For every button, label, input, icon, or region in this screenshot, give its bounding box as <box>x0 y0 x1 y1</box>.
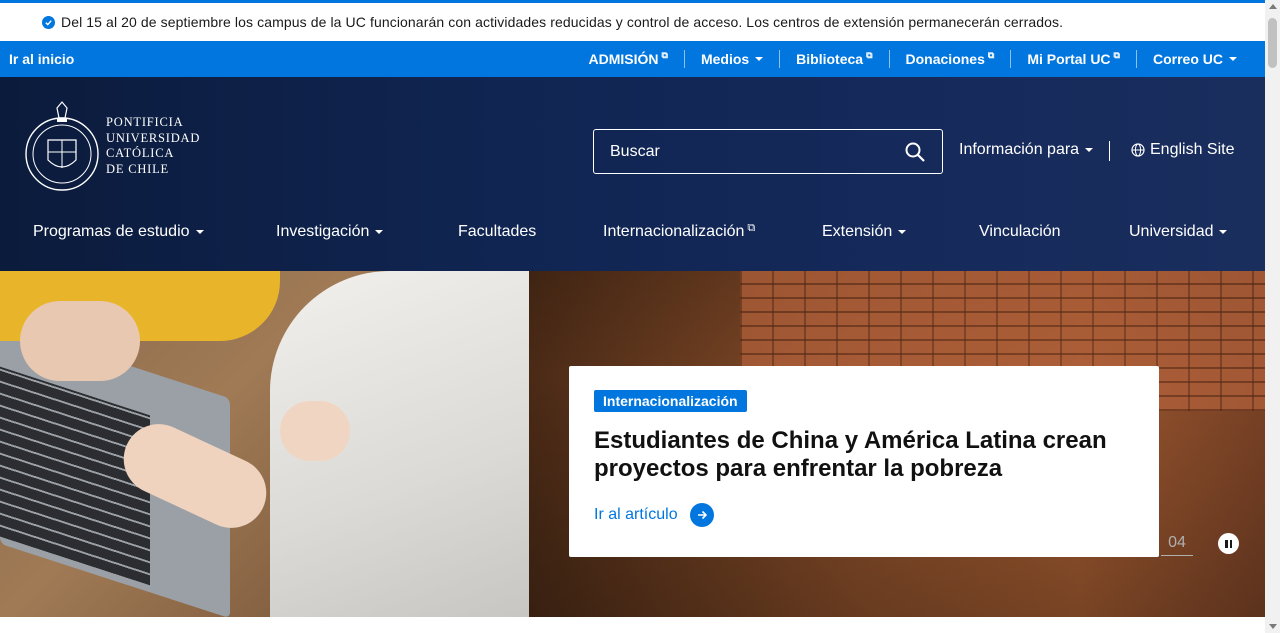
caret-down-icon <box>375 230 384 234</box>
mi-portal-link[interactable]: Mi Portal UC ⧉ <box>1010 50 1136 68</box>
scrollbar[interactable] <box>1265 0 1280 633</box>
hero-card: Internacionalización Estudiantes de Chin… <box>569 366 1159 557</box>
hero-title[interactable]: Estudiantes de China y América Latina cr… <box>594 427 1114 483</box>
alert-message: Del 15 al 20 de septiembre los campus de… <box>61 14 1064 30</box>
nav-vinculacion[interactable]: Vinculación <box>979 223 1061 241</box>
donaciones-label: Donaciones <box>905 51 985 67</box>
nav-programas[interactable]: Programas de estudio <box>33 223 204 241</box>
read-article-label: Ir al artículo <box>594 506 678 523</box>
external-link-icon: ⧉ <box>747 221 756 234</box>
external-link-icon: ⧉ <box>987 49 995 60</box>
globe-icon <box>1131 143 1145 157</box>
nav-facultades[interactable]: Facultades <box>458 223 536 241</box>
correo-menu[interactable]: Correo UC <box>1135 50 1253 68</box>
external-link-icon: ⧉ <box>866 49 873 60</box>
read-article-link[interactable]: Ir al artículo <box>594 503 1134 527</box>
external-link-icon: ⧉ <box>1113 49 1120 60</box>
home-link[interactable]: Ir al inicio <box>0 51 74 67</box>
search-icon[interactable] <box>904 141 926 163</box>
nav-label: Facultades <box>458 223 537 240</box>
mi-portal-label: Mi Portal UC <box>1027 51 1111 67</box>
seal-icon <box>25 101 99 191</box>
caret-down-icon <box>1229 57 1237 61</box>
utility-links: ADMISIÓN ⧉ Medios Biblioteca ⧉ Donacione… <box>573 41 1254 77</box>
info-for-menu[interactable]: Información para <box>959 141 1094 159</box>
hand-shape <box>280 401 350 461</box>
slide-counter: 04 <box>1161 534 1193 556</box>
nav-label: Investigación <box>276 223 370 240</box>
nav-label: Vinculación <box>979 223 1061 240</box>
donaciones-link[interactable]: Donaciones ⧉ <box>888 49 1011 68</box>
nav-label: Extensión <box>822 223 893 240</box>
scroll-up-icon[interactable] <box>1269 4 1277 9</box>
nav-universidad[interactable]: Universidad <box>1129 223 1228 241</box>
nav-investigacion[interactable]: Investigación <box>276 223 384 241</box>
pause-button[interactable] <box>1218 533 1239 554</box>
nav-extension[interactable]: Extensión <box>822 223 907 241</box>
medios-label: Medios <box>700 51 750 67</box>
top-utility-bar: Ir al inicio ADMISIÓN ⧉ Medios Bibliotec… <box>0 41 1265 77</box>
nav-internacionalizacion[interactable]: Internacionalización ⧉ <box>603 221 756 241</box>
arrow-right-icon <box>689 503 714 527</box>
hero-image-left <box>0 271 529 617</box>
hero-carousel: Internacionalización Estudiantes de Chin… <box>0 271 1265 617</box>
logo-wordmark: PONTIFICIA UNIVERSIDAD CATÓLICA DE CHILE <box>106 115 200 177</box>
logo-line: UNIVERSIDAD <box>106 130 201 145</box>
logo-line: CATÓLICA <box>106 146 175 160</box>
external-link-icon: ⧉ <box>661 49 668 60</box>
logo-line: PONTIFICIA <box>106 115 184 129</box>
university-logo[interactable]: PONTIFICIA UNIVERSIDAD CATÓLICA DE CHILE <box>24 100 200 192</box>
info-for-label: Información para <box>959 141 1080 158</box>
logo-line: DE CHILE <box>106 161 169 176</box>
english-site-link[interactable]: English Site <box>1131 141 1235 159</box>
main-nav: Programas de estudio Investigación Facul… <box>0 219 1265 249</box>
nav-label: Internacionalización <box>603 223 745 240</box>
pause-icon-bar <box>1229 539 1232 548</box>
medios-menu[interactable]: Medios <box>683 50 779 68</box>
category-tag[interactable]: Internacionalización <box>594 390 747 412</box>
correo-label: Correo UC <box>1152 51 1223 67</box>
scroll-thumb[interactable] <box>1268 18 1277 68</box>
header-divider <box>1109 141 1110 161</box>
admision-label: ADMISIÓN <box>588 51 659 67</box>
english-site-label: English Site <box>1150 141 1235 158</box>
search-input[interactable] <box>610 142 900 161</box>
search-box <box>593 129 943 174</box>
pause-icon-bar <box>1225 539 1228 548</box>
nav-label: Programas de estudio <box>33 223 190 240</box>
biblioteca-link[interactable]: Biblioteca ⧉ <box>779 50 888 68</box>
caret-down-icon <box>1219 230 1228 234</box>
check-circle-icon <box>42 15 55 29</box>
admision-link[interactable]: ADMISIÓN ⧉ <box>573 50 684 68</box>
caret-down-icon <box>1085 148 1094 152</box>
caret-down-icon <box>195 230 204 234</box>
alert-banner: Del 15 al 20 de septiembre los campus de… <box>0 0 1265 41</box>
hand-shape <box>20 301 140 381</box>
scroll-down-icon[interactable] <box>1269 624 1277 629</box>
nav-label: Universidad <box>1129 223 1214 240</box>
page-bottom <box>0 617 1265 633</box>
caret-down-icon <box>755 57 764 61</box>
site-header: PONTIFICIA UNIVERSIDAD CATÓLICA DE CHILE… <box>0 77 1265 271</box>
biblioteca-label: Biblioteca <box>796 51 864 67</box>
caret-down-icon <box>898 230 907 234</box>
